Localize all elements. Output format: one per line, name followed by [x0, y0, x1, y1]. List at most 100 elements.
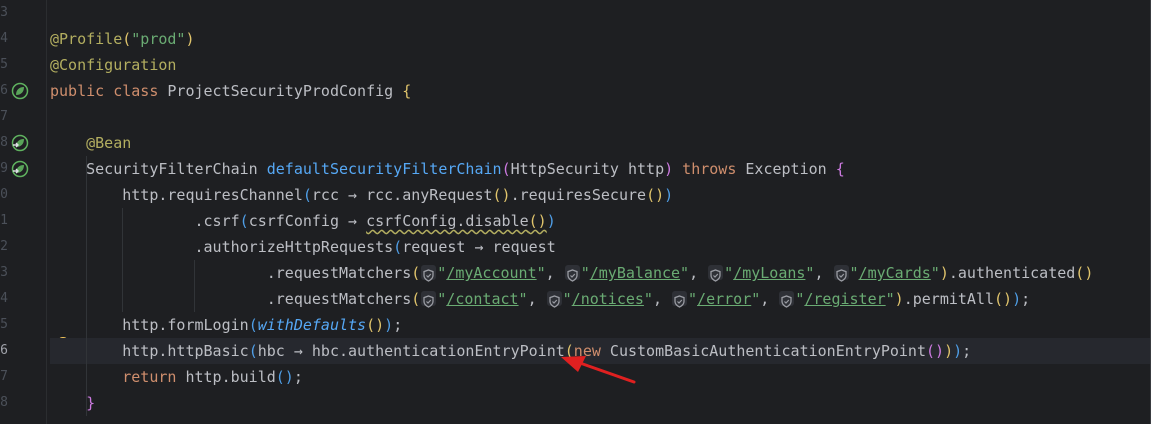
code-token: ; [393, 316, 403, 334]
line-number: 4 [0, 31, 8, 46]
code-line[interactable]: } [50, 390, 1151, 416]
code-token: ; [1021, 290, 1031, 308]
shield-inlay-icon[interactable] [546, 291, 562, 308]
code-line[interactable]: .csrf(csrfConfig → csrfConfig.disable()) [50, 208, 1151, 234]
code-token: Exception [745, 160, 836, 178]
code-token: ( [248, 316, 258, 334]
code-token: http.requiresChannel [50, 186, 303, 204]
code-token: .requiresSecure [510, 186, 647, 204]
code-line[interactable]: .requestMatchers("/myAccount", "/myBalan… [50, 260, 1151, 286]
code-line[interactable]: http.formLogin(withDefaults()); [50, 312, 1151, 338]
line-number: 9 [0, 161, 8, 176]
code-token: @Profile [50, 30, 123, 48]
spring-bean-navigate-icon[interactable] [11, 134, 29, 152]
code-token: () [994, 290, 1013, 308]
line-number: 0 [0, 187, 8, 202]
code-token: " [437, 264, 447, 282]
indent-guide [194, 260, 195, 312]
code-token: .permitAll [903, 290, 995, 308]
code-token: , [814, 264, 833, 282]
code-line[interactable]: http.requiresChannel(rcc → rcc.anyReques… [50, 182, 1151, 208]
code-token: " [643, 290, 653, 308]
line-number: 2 [0, 239, 8, 254]
code-token: " [849, 264, 859, 282]
code-token: rcc → rcc.anyRequest [311, 186, 493, 204]
code-token: " [688, 290, 698, 308]
code-token: /contact [446, 290, 519, 308]
shield-inlay-icon[interactable] [779, 291, 795, 308]
code-line[interactable]: http.httpBasic(hbc → hbc.authenticationE… [50, 338, 1151, 364]
shield-inlay-icon[interactable] [421, 265, 437, 282]
code-token: ) [664, 186, 674, 204]
code-token: ) [546, 212, 556, 230]
shield-inlay-icon[interactable] [421, 291, 437, 308]
code-token: /notices [571, 290, 644, 308]
code-token: " [518, 290, 528, 308]
line-number: 3 [0, 5, 8, 20]
code-line[interactable] [50, 0, 1151, 26]
spring-bean-icon[interactable] [11, 82, 29, 100]
code-line[interactable]: @Configuration [50, 52, 1151, 78]
code-token: defaultSecurityFilterChain [266, 160, 502, 178]
code-token: " [930, 264, 940, 282]
code-line[interactable]: @Profile("prod") [50, 26, 1151, 52]
line-number: 5 [0, 317, 8, 332]
line-number: 6 [0, 83, 8, 98]
code-line[interactable]: public class ProjectSecurityProdConfig { [50, 78, 1151, 104]
code-token: http.httpBasic [50, 342, 249, 360]
code-token: { [402, 82, 412, 100]
code-token: " [437, 290, 447, 308]
code-token: } [86, 394, 96, 412]
code-token: ) [953, 342, 963, 360]
code-line[interactable] [50, 104, 1151, 130]
indent-guide [122, 208, 123, 312]
line-number: 5 [0, 57, 8, 72]
line-number: 7 [0, 369, 8, 384]
line-number: 6 [0, 343, 8, 358]
code-token: /myLoans [733, 264, 806, 282]
code-token: " [680, 264, 690, 282]
code-token: () [1075, 264, 1094, 282]
code-line[interactable]: .authorizeHttpRequests(request → request [50, 234, 1151, 260]
code-line[interactable]: SecurityFilterChain defaultSecurityFilte… [50, 156, 1151, 182]
code-token: @Configuration [50, 56, 177, 74]
code-token: .authenticated [948, 264, 1076, 282]
code-token: " [885, 290, 895, 308]
line-number: 1 [0, 213, 8, 228]
code-line[interactable]: .requestMatchers("/contact", "/notices",… [50, 286, 1151, 312]
shield-inlay-icon[interactable] [833, 265, 849, 282]
code-token: withDefaults [257, 316, 367, 334]
code-token: , [545, 264, 564, 282]
code-token: ( [248, 342, 258, 360]
code-token: .csrf [50, 212, 240, 230]
code-line[interactable]: @Bean [50, 130, 1151, 156]
code-token: csrfConfig → [248, 212, 367, 230]
line-number: 8 [0, 135, 8, 150]
code-token: /myBalance [589, 264, 681, 282]
gutter-divider [46, 0, 47, 424]
code-token: .requestMatchers [50, 290, 412, 308]
shield-inlay-icon[interactable] [672, 291, 688, 308]
line-number: 7 [0, 109, 8, 124]
shield-inlay-icon[interactable] [564, 265, 580, 282]
spring-bean-navigate-icon[interactable] [11, 160, 29, 178]
code-token: /error [697, 290, 752, 308]
code-line[interactable]: return http.build(); [50, 364, 1151, 390]
code-token: " [724, 264, 734, 282]
line-number: 4 [0, 291, 8, 306]
code-token: /myCards [858, 264, 931, 282]
code-token: () [926, 342, 945, 360]
code-token: () [646, 186, 665, 204]
code-token: request → request [402, 238, 556, 256]
code-token: , [689, 264, 708, 282]
code-token: () [492, 186, 511, 204]
code-token: CustomBasicAuthenticationEntryPoint [609, 342, 926, 360]
code-token: " [580, 264, 590, 282]
code-token: " [536, 264, 546, 282]
code-editor[interactable]: @Profile("prod") @Configuration public cla… [50, 0, 1151, 424]
code-token: .requestMatchers [50, 264, 412, 282]
shield-inlay-icon[interactable] [708, 265, 724, 282]
code-token: new [573, 342, 610, 360]
